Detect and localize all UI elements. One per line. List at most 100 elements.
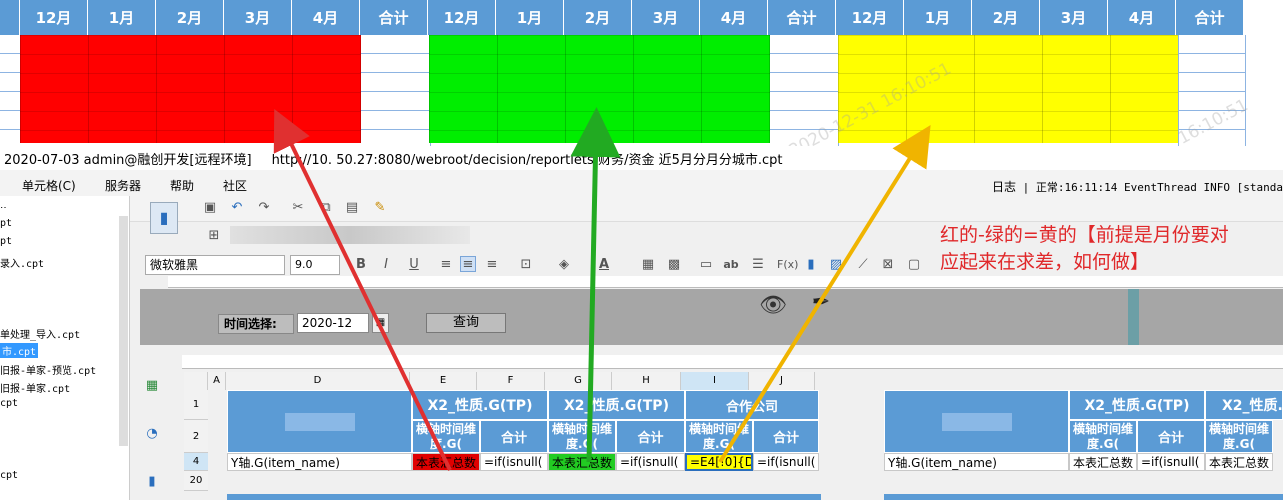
time-select-input[interactable]: 2020-12 [297, 313, 369, 333]
file-item-selected[interactable]: 市.cpt [0, 343, 39, 358]
file-item[interactable]: cpt [0, 470, 18, 481]
menu-help[interactable]: 帮助 [170, 177, 194, 194]
axis-time-cell[interactable]: 横轴时间维度.G( [412, 420, 480, 453]
file-item[interactable]: pt [0, 218, 12, 229]
menu-server[interactable]: 服务器 [105, 177, 141, 194]
total-header-cell[interactable]: 合计 [753, 420, 819, 453]
copy-icon[interactable]: ⧉ [318, 200, 334, 216]
total-header-cell[interactable]: 合计 [1137, 420, 1205, 453]
fill-color-icon[interactable]: ◈ [556, 257, 572, 273]
y-axis-cell[interactable]: Y轴.G(item_name) [227, 453, 412, 471]
col-head-F[interactable]: F [477, 372, 545, 390]
col-head-I[interactable]: I [681, 372, 749, 390]
font-size-select[interactable]: 9.0 [290, 255, 340, 275]
underline-icon[interactable]: U [406, 257, 422, 273]
formula-icon[interactable]: F(x) [777, 257, 798, 273]
pen-icon[interactable]: ✒ [806, 292, 836, 323]
italic-icon[interactable]: I [378, 257, 394, 273]
group-header-cell[interactable]: X2_性质.G(TP) [1069, 390, 1205, 420]
total-header-cell[interactable]: 合计 [480, 420, 548, 453]
blue-row-strip [884, 494, 1283, 500]
menu-cell[interactable]: 单元格(C) [22, 177, 76, 194]
col-head-H[interactable]: H [612, 372, 681, 390]
formula-cell[interactable]: =if(isnull( [616, 453, 685, 471]
row-head-4[interactable]: 4 [184, 453, 208, 471]
chart-icon[interactable]: ▮ [803, 257, 819, 273]
menu-community[interactable]: 社区 [223, 177, 247, 194]
unmerge-cells-icon[interactable]: ▩ [666, 257, 682, 273]
log-text: | 正常:16:11:14 EventThread INFO [standa [1022, 181, 1283, 194]
formula-cell[interactable]: =if(isnull( [480, 453, 548, 471]
preview-header-cell: 合计 [1176, 0, 1244, 35]
total-header-cell[interactable]: 合计 [616, 420, 685, 453]
file-item[interactable]: cpt [0, 398, 18, 409]
axis-time-cell[interactable]: 横轴时间维度.G( [1069, 420, 1137, 453]
calendar-icon[interactable]: ▦ [372, 313, 389, 333]
table-icon[interactable]: ▦ [144, 378, 160, 394]
save-icon[interactable]: ▣ [202, 200, 218, 216]
merged-title-cell[interactable] [884, 390, 1069, 453]
frame-icon[interactable]: ▢ [906, 257, 922, 273]
image-icon[interactable]: ▨ [828, 257, 844, 273]
sub-report-icon[interactable]: ⊠ [880, 257, 896, 273]
file-tree-scrollbar[interactable] [119, 216, 128, 446]
border-icon[interactable]: ⊡ [518, 257, 534, 273]
row-head-2[interactable]: 2 [184, 420, 208, 453]
align-center-icon[interactable]: ≡ [460, 256, 476, 272]
col-head-corner[interactable] [184, 372, 208, 390]
preview-header-cell: 3月 [632, 0, 700, 35]
axis-time-cell[interactable]: 横轴时间维度.G( [548, 420, 616, 453]
formula-cell[interactable]: =if(isnull( [753, 453, 819, 471]
file-item[interactable]: pt [0, 236, 12, 247]
col-head-A[interactable]: A [208, 372, 226, 390]
axis-time-cell[interactable]: 横轴时间维度.G( [685, 420, 753, 453]
file-item[interactable]: 旧报-单家-预览.cpt [0, 362, 96, 377]
group-header-cell[interactable]: X2_性质. [1205, 390, 1283, 420]
preview-header-cell: 3月 [224, 0, 292, 35]
pie-chart-icon[interactable]: ◔ [144, 426, 160, 442]
log-label[interactable]: 日志 [992, 180, 1016, 194]
chart-widget-icon[interactable]: ▮ [150, 202, 178, 234]
summary-cell[interactable]: 本表汇总数 [1205, 453, 1273, 471]
merge-cells-icon[interactable]: ▦ [640, 257, 656, 273]
row-head-20[interactable]: 20 [184, 471, 208, 491]
query-button[interactable]: 查询 [426, 313, 506, 333]
summary-cell[interactable]: 本表汇总数 [1069, 453, 1137, 471]
y-axis-cell[interactable]: Y轴.G(item_name) [884, 453, 1069, 471]
summary-cell-red[interactable]: 本表汇总数 [412, 453, 480, 471]
text-icon[interactable]: ab [723, 257, 739, 273]
file-item[interactable]: 旧报-单家.cpt [0, 380, 70, 395]
summary-cell-green[interactable]: 本表汇总数 [548, 453, 616, 471]
font-color-icon[interactable]: A [596, 257, 612, 273]
bar-chart-icon[interactable]: ▮ [144, 474, 160, 490]
col-head-E[interactable]: E [410, 372, 477, 390]
format-brush-icon[interactable]: ✎ [372, 200, 388, 216]
col-head-D[interactable]: D [226, 372, 410, 390]
slash-icon[interactable]: ⟋ [855, 257, 871, 273]
formula-cell[interactable]: =if(isnull( [1137, 453, 1205, 471]
cut-icon[interactable]: ✂ [290, 200, 306, 216]
group-header-cell[interactable]: 合作公司 [685, 390, 819, 420]
grid-tab-icon[interactable]: ⊞ [206, 228, 222, 244]
align-right-icon[interactable]: ≡ [484, 257, 500, 273]
col-head-J[interactable]: J [749, 372, 815, 390]
file-item[interactable]: 单处理_导入.cpt [0, 326, 80, 341]
col-head-G[interactable]: G [545, 372, 612, 390]
file-item[interactable]: 录入.cpt [0, 255, 44, 270]
paste-icon[interactable]: ▤ [344, 200, 360, 216]
link-icon[interactable]: ▭ [698, 257, 714, 273]
diff-formula-cell-yellow[interactable]: =E4[!0]{D4 [685, 453, 753, 471]
group-header-cell[interactable]: X2_性质.G(TP) [548, 390, 685, 420]
paragraph-icon[interactable]: ☰ [750, 257, 766, 273]
axis-time-cell[interactable]: 横轴时间维度.G( [1205, 420, 1273, 453]
font-family-select[interactable]: 微软雅黑 [145, 255, 285, 275]
row-head-1[interactable]: 1 [184, 390, 208, 420]
bold-icon[interactable]: B [353, 257, 369, 273]
file-item[interactable]: ‥ [0, 200, 7, 211]
align-left-icon[interactable]: ≡ [438, 257, 454, 273]
group-header-cell[interactable]: X2_性质.G(TP) [412, 390, 548, 420]
eye-hidden-icon[interactable]: 👁 [757, 295, 789, 322]
merged-title-cell[interactable] [227, 390, 412, 453]
redo-icon[interactable]: ↷ [256, 200, 272, 216]
undo-icon[interactable]: ↶ [229, 200, 245, 216]
